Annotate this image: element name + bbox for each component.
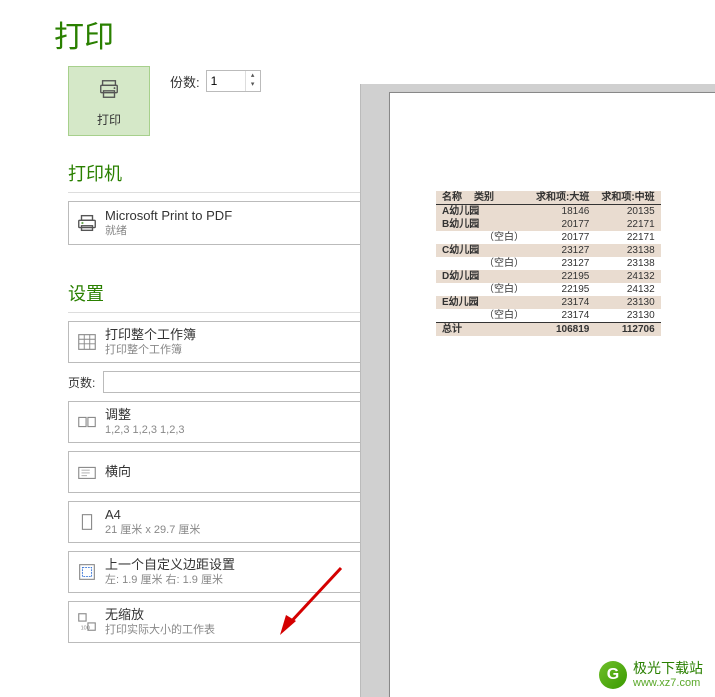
watermark-name: 极光下载站: [633, 661, 703, 676]
watermark: G 极光下载站 www.xz7.com: [599, 661, 703, 689]
col-header: 求和项:中班: [595, 191, 660, 205]
paper-icon: [69, 511, 105, 533]
print-button-label: 打印: [97, 111, 121, 128]
col-header: 类别: [468, 191, 530, 205]
svg-text:100: 100: [81, 625, 90, 631]
copies-stepper[interactable]: ▴ ▾: [206, 70, 261, 92]
printer-device-icon: [69, 212, 105, 234]
preview-page: 名称 类别 求和项:大班 求和项:中班 A幼儿园1814620135B幼儿园20…: [389, 92, 715, 697]
total-c2: 112706: [595, 323, 660, 337]
copies-label: 份数:: [170, 72, 200, 91]
pages-label: 页数:: [68, 374, 95, 391]
page-title: 打印: [18, 0, 715, 66]
print-preview-panel: 名称 类别 求和项:大班 求和项:中班 A幼儿园1814620135B幼儿园20…: [360, 84, 715, 697]
copies-up[interactable]: ▴: [246, 71, 260, 80]
pivot-table: 名称 类别 求和项:大班 求和项:中班 A幼儿园1814620135B幼儿园20…: [436, 191, 661, 336]
total-c1: 106819: [530, 323, 595, 337]
watermark-url: www.xz7.com: [633, 677, 703, 689]
watermark-logo-icon: G: [599, 661, 627, 689]
page-from-input[interactable]: [104, 372, 371, 392]
copies-input[interactable]: [207, 71, 245, 91]
copies-down[interactable]: ▾: [246, 80, 260, 89]
margins-icon: [69, 561, 105, 583]
collate-icon: [69, 411, 105, 433]
page-from-stepper[interactable]: ▴▾: [103, 371, 387, 393]
scaling-icon: 100: [69, 611, 105, 633]
workbook-icon: [69, 331, 105, 353]
total-label: 总计: [436, 323, 530, 337]
col-header: 求和项:大班: [530, 191, 595, 205]
landscape-icon: [69, 461, 105, 483]
col-header: 名称: [436, 191, 468, 205]
printer-icon: [98, 75, 120, 107]
print-button[interactable]: 打印: [68, 66, 150, 136]
